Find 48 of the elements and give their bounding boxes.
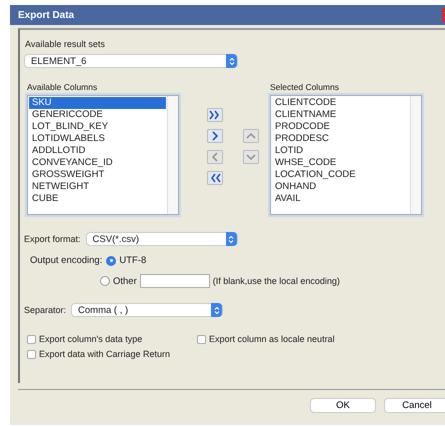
input-field[interactable]	[140, 274, 210, 288]
radio-button[interactable]	[100, 276, 110, 286]
window-title: Export Data	[17, 10, 74, 20]
checkbox[interactable]	[27, 334, 36, 344]
checkbox[interactable]	[27, 350, 36, 358]
dropdown[interactable]: CSV(*.csv)	[86, 232, 238, 246]
chevron-icon	[228, 234, 234, 244]
field-label: Output encoding:	[30, 255, 102, 266]
dropdown[interactable]: Comma ( , )	[71, 303, 224, 317]
field-label: Available result sets	[25, 39, 105, 49]
list-item[interactable]: CLIENTNAME	[272, 109, 409, 121]
checkbox-label: Export column's data type	[39, 334, 142, 344]
list-item[interactable]: NETWEIGHT	[29, 181, 166, 193]
list-item[interactable]: GENERICCODE	[29, 109, 166, 121]
add-button[interactable]	[207, 129, 223, 143]
list-item[interactable]: ONHAND	[272, 181, 409, 193]
radio-button[interactable]	[106, 256, 116, 266]
scrollbar-track[interactable]	[167, 96, 178, 214]
ok-button[interactable]: OK	[310, 398, 376, 413]
checkbox-label: Export data with Carriage Return	[39, 349, 170, 359]
list-item[interactable]: LOTIDWLABELS	[29, 133, 166, 145]
list-item[interactable]: LOT_BLIND_KEY	[29, 121, 166, 133]
cancel-button[interactable]: Cancel	[384, 398, 445, 413]
list-item[interactable]: PRODDESC	[272, 133, 409, 145]
list-label: Available Columns	[27, 82, 98, 92]
list-item[interactable]: WHSE_CODE	[272, 157, 409, 169]
list-item[interactable]: GROSSWEIGHT	[29, 169, 166, 181]
hint-text: (If blank,use the local encoding)	[212, 276, 340, 286]
field-label: Export format:	[24, 234, 81, 244]
dropdown[interactable]: ELEMENT_6	[24, 54, 238, 68]
list-item[interactable]: LOCATION_CODE	[272, 169, 409, 181]
field-label: Separator:	[24, 305, 66, 315]
radio-label: UTF-8	[119, 255, 146, 266]
radio-label: Other	[113, 276, 137, 286]
list-item[interactable]: SKU	[29, 97, 166, 109]
list-item[interactable]: CONVEYANCE_ID	[29, 157, 166, 169]
list-label: Selected Columns	[270, 82, 339, 92]
scrollbar-track[interactable]	[410, 96, 421, 214]
list-item[interactable]: LOTID	[272, 145, 409, 157]
checkbox-label: Export column as locale neutral	[209, 334, 335, 344]
list-item[interactable]: PRODCODE	[272, 121, 409, 133]
chevron-icon	[228, 56, 234, 66]
list-item[interactable]: AVAIL	[272, 193, 409, 205]
list-item[interactable]: CLIENTCODE	[272, 97, 409, 109]
checkbox[interactable]	[197, 334, 206, 344]
list-item[interactable]: CUBE	[29, 193, 166, 205]
chevron-icon	[214, 306, 220, 314]
list-item[interactable]: ADDLLOTID	[29, 145, 166, 157]
